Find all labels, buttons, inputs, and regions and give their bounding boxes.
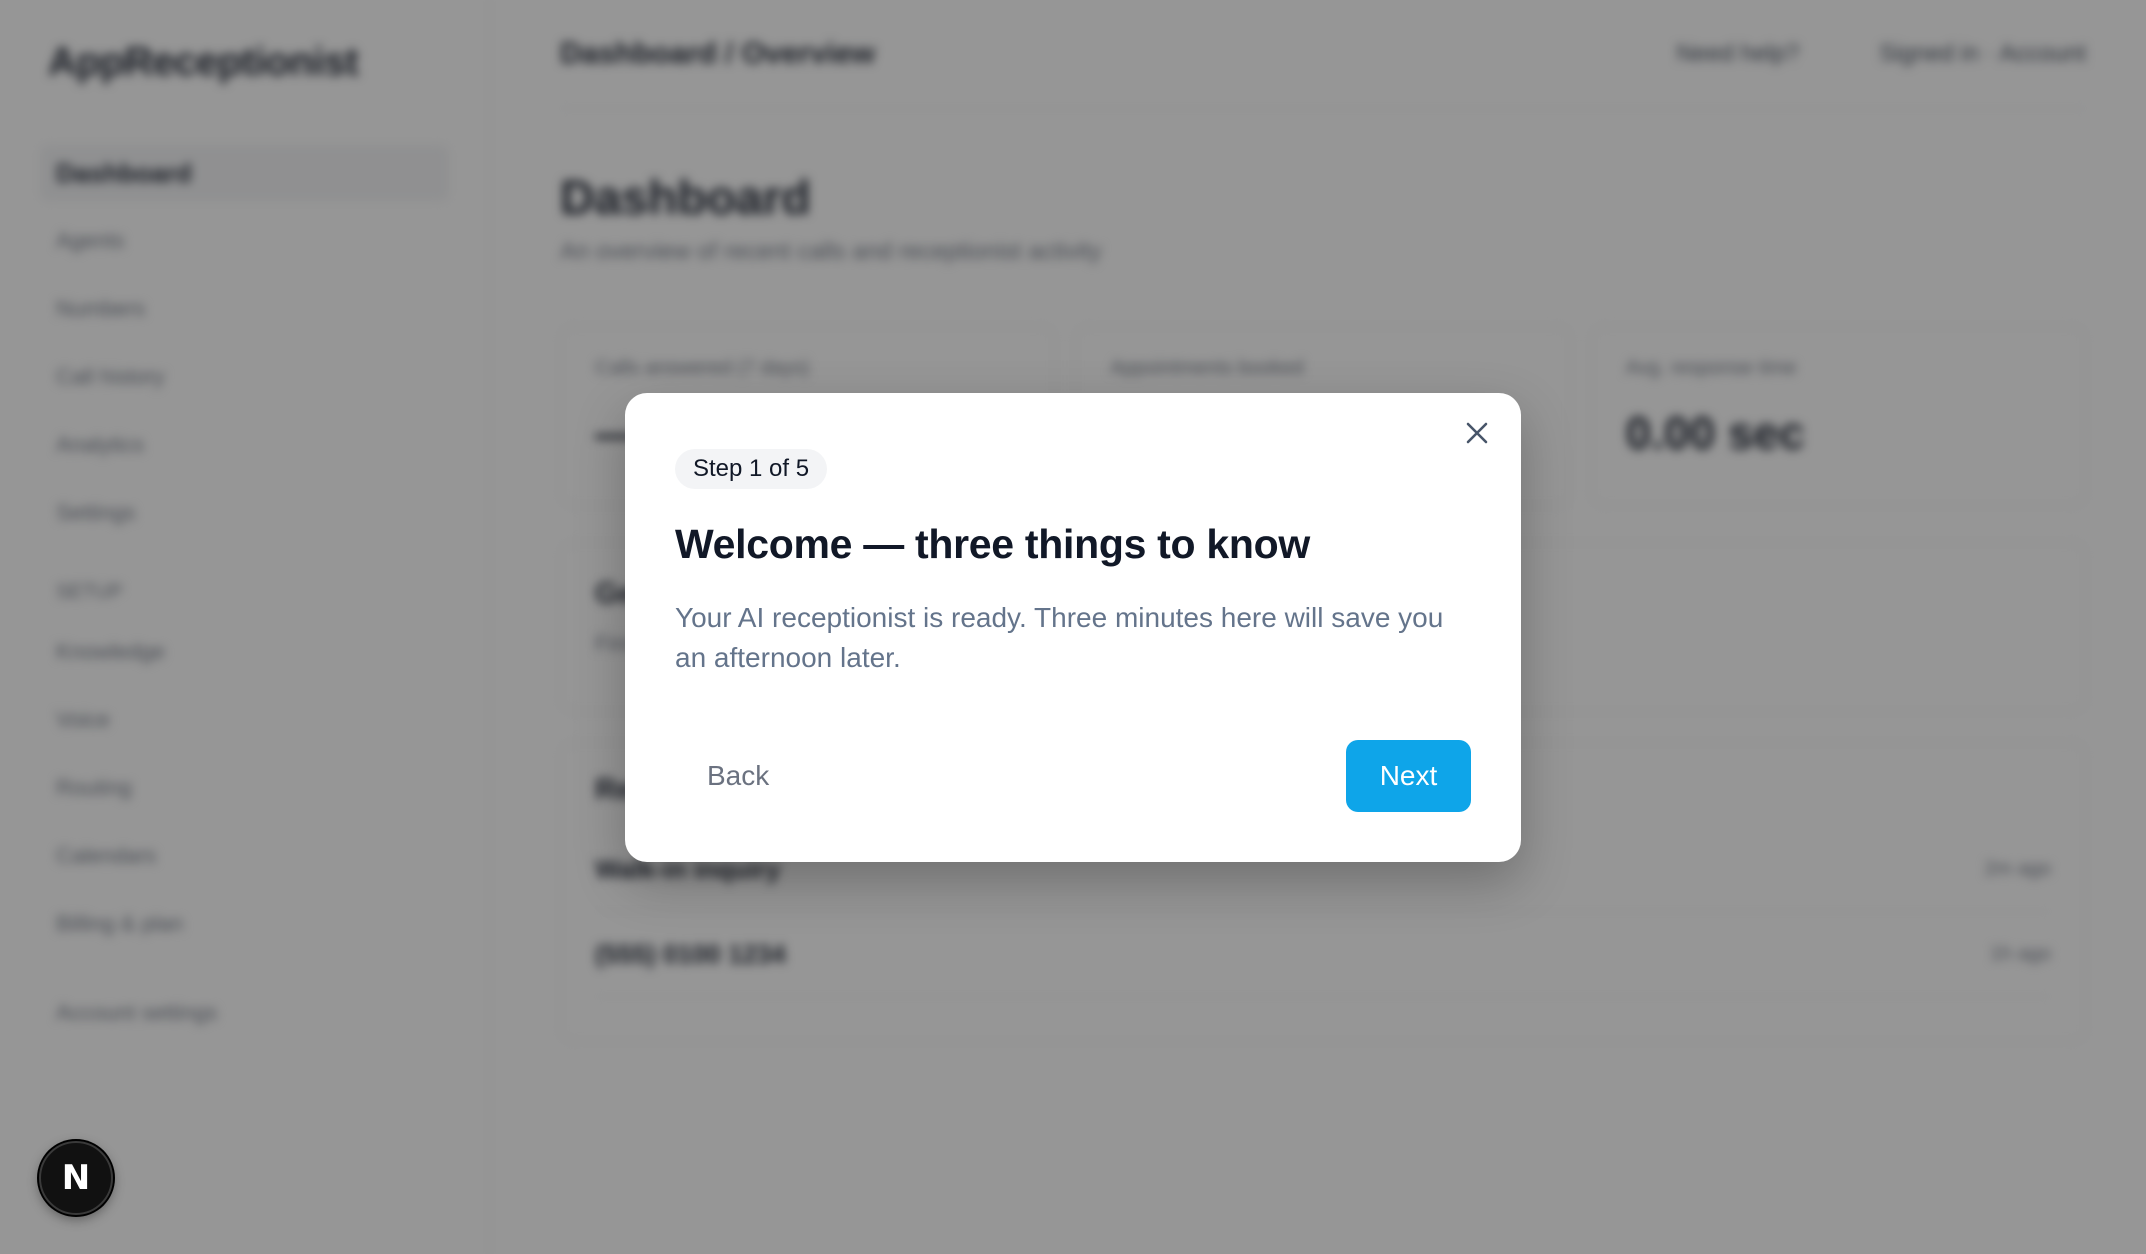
back-button[interactable]: Back [675,740,801,812]
nextjs-badge-button[interactable]: N [39,1141,113,1215]
dialog-body: Your AI receptionist is ready. Three min… [675,602,1444,673]
onboarding-dialog: Step 1 of 5 Welcome — three things to kn… [625,393,1521,862]
close-icon [1464,420,1490,451]
step-indicator: Step 1 of 5 [675,449,828,489]
next-button[interactable]: Next [1346,740,1471,812]
dialog-actions: Back Next [675,740,1471,812]
nextjs-badge-icon: N [61,1158,91,1198]
close-button[interactable] [1457,415,1497,455]
dialog-title: Welcome — three things to know [675,521,1310,567]
